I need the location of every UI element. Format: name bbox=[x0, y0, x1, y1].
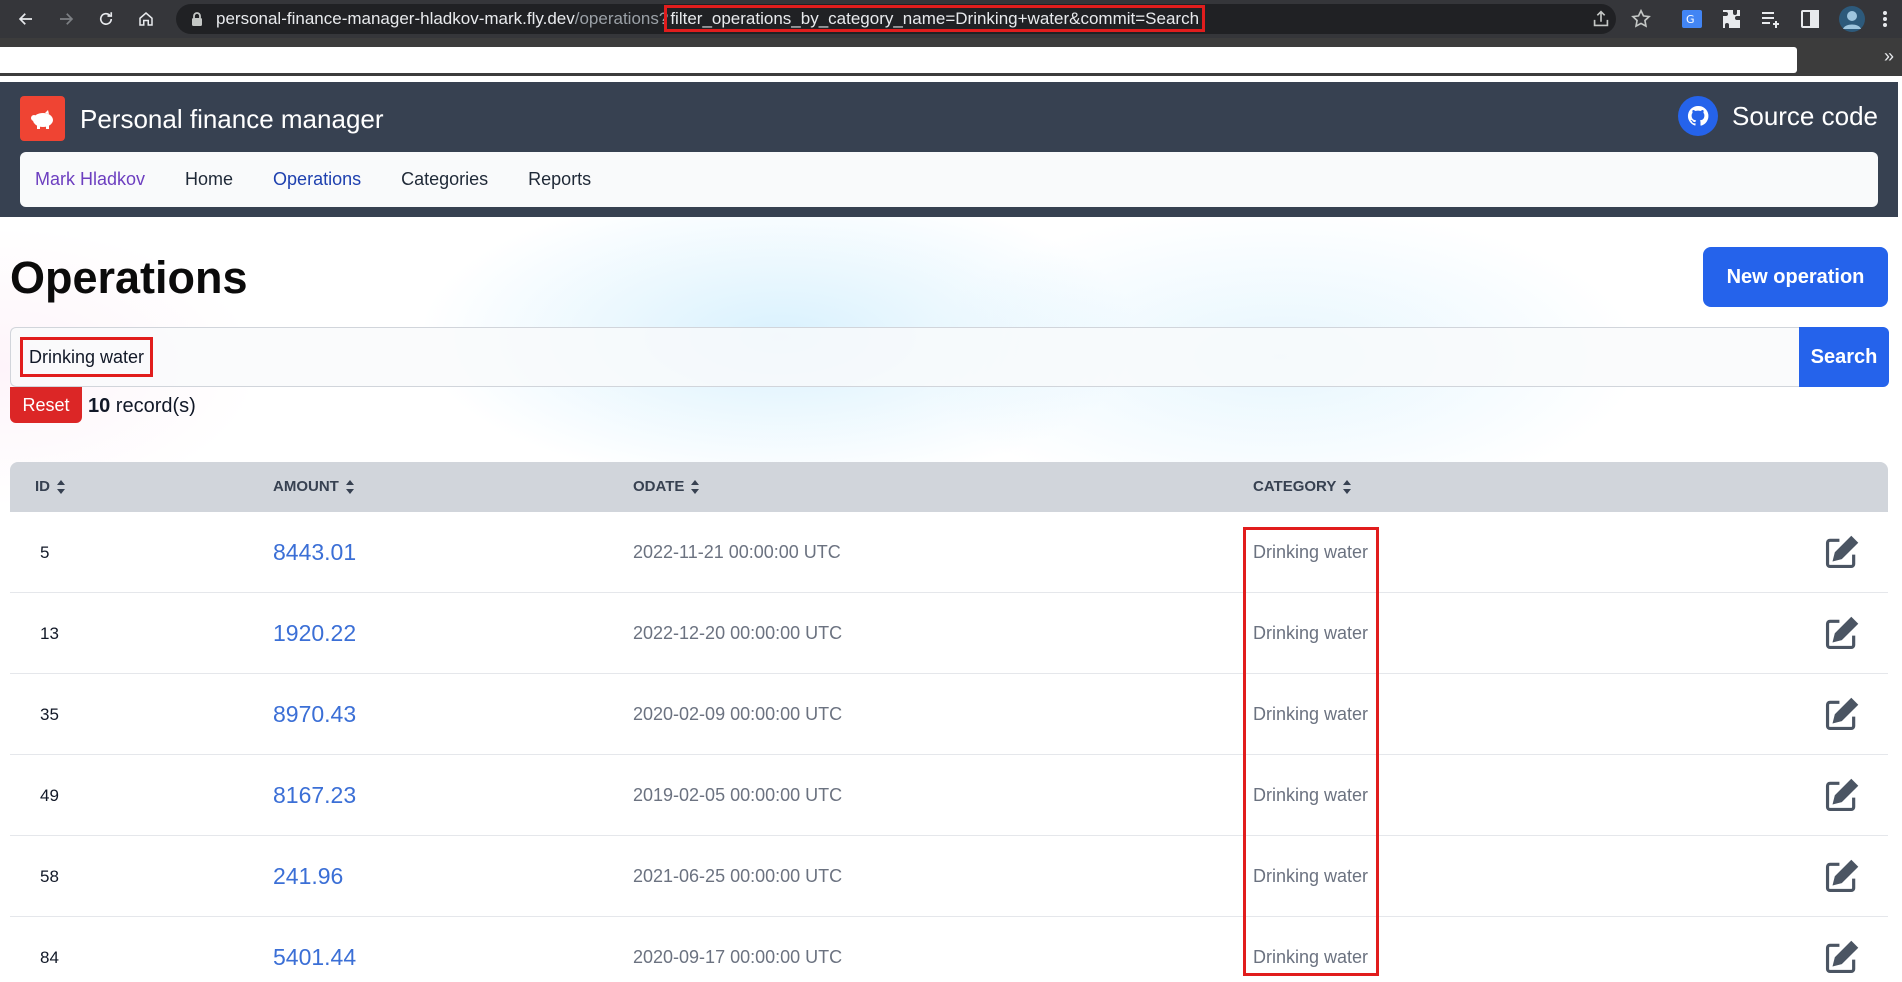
table-row: 84 5401.44 2020-09-17 00:00:00 UTC Drink… bbox=[10, 917, 1888, 982]
source-code-label: Source code bbox=[1732, 100, 1878, 131]
cell-category: Drinking water bbox=[1253, 947, 1369, 967]
app-header: Personal finance manager Source code Mar… bbox=[0, 82, 1898, 217]
cell-amount-link[interactable]: 8167.23 bbox=[273, 755, 356, 836]
cell-id: 58 bbox=[40, 866, 59, 886]
search-button[interactable]: Search bbox=[1799, 327, 1889, 387]
cell-id: 49 bbox=[40, 785, 59, 805]
cell-category: Drinking water bbox=[1253, 623, 1369, 643]
sort-icon bbox=[345, 479, 354, 494]
home-icon[interactable] bbox=[134, 7, 158, 31]
column-header-category[interactable]: CATEGORY bbox=[1253, 478, 1352, 495]
address-url[interactable]: personal-finance-manager-hladkov-mark.fl… bbox=[216, 5, 1206, 32]
table-row: 5 8443.01 2022-11-21 00:00:00 UTC Drinki… bbox=[10, 512, 1888, 593]
record-count-suffix: record(s) bbox=[110, 395, 196, 417]
sort-icon bbox=[57, 479, 65, 494]
source-code-link[interactable]: Source code bbox=[1678, 96, 1878, 136]
cell-odate: 2019-02-05 00:00:00 UTC bbox=[633, 785, 843, 805]
cell-odate: 2021-06-25 00:00:00 UTC bbox=[633, 866, 843, 886]
edit-icon[interactable] bbox=[1822, 674, 1860, 755]
table-header: ID AMOUNT ODATE CATEGORY bbox=[10, 462, 1888, 512]
cell-amount-link[interactable]: 8970.43 bbox=[273, 674, 356, 755]
cell-amount-link[interactable]: 1920.22 bbox=[273, 593, 356, 674]
sort-icon bbox=[1343, 479, 1352, 494]
column-header-id-label: ID bbox=[35, 478, 50, 495]
column-header-amount[interactable]: AMOUNT bbox=[273, 478, 355, 495]
page-title: Operations bbox=[10, 252, 248, 303]
share-icon[interactable] bbox=[1590, 8, 1612, 30]
cell-odate: 2020-02-09 00:00:00 UTC bbox=[633, 704, 843, 724]
cell-odate: 2022-12-20 00:00:00 UTC bbox=[633, 623, 843, 643]
reload-icon[interactable] bbox=[94, 7, 118, 31]
table-row: 58 241.96 2021-06-25 00:00:00 UTC Drinki… bbox=[10, 836, 1888, 917]
url-query: filter_operations_by_category_name=Drink… bbox=[664, 5, 1206, 32]
nav-categories-link[interactable]: Categories bbox=[401, 169, 488, 190]
nav-home-link[interactable]: Home bbox=[185, 169, 233, 190]
edit-icon[interactable] bbox=[1822, 593, 1860, 674]
column-header-category-label: CATEGORY bbox=[1253, 478, 1337, 495]
back-icon[interactable] bbox=[14, 7, 38, 31]
column-header-odate-label: ODATE bbox=[633, 478, 685, 495]
edit-icon[interactable] bbox=[1822, 755, 1860, 836]
cell-id: 35 bbox=[40, 704, 59, 724]
table-row: 35 8970.43 2020-02-09 00:00:00 UTC Drink… bbox=[10, 674, 1888, 755]
nav-operations-link[interactable]: Operations bbox=[273, 169, 361, 190]
profile-avatar[interactable] bbox=[1838, 5, 1866, 33]
category-search-input[interactable] bbox=[10, 327, 1800, 387]
edit-icon[interactable] bbox=[1822, 917, 1860, 982]
svg-text:G: G bbox=[1686, 13, 1695, 26]
browser-toolbar: personal-finance-manager-hladkov-mark.fl… bbox=[0, 0, 1902, 38]
side-panel-icon[interactable] bbox=[1798, 7, 1822, 31]
lock-icon bbox=[192, 12, 202, 26]
table-row: 49 8167.23 2019-02-05 00:00:00 UTC Drink… bbox=[10, 755, 1888, 836]
reset-button[interactable]: Reset bbox=[10, 387, 82, 423]
piggy-bank-logo-icon[interactable] bbox=[20, 96, 65, 141]
new-operation-button[interactable]: New operation bbox=[1703, 247, 1888, 307]
column-header-id[interactable]: ID bbox=[35, 478, 66, 495]
edit-icon[interactable] bbox=[1822, 512, 1860, 593]
extensions-puzzle-icon[interactable] bbox=[1720, 7, 1744, 31]
url-host: personal-finance-manager-hladkov-mark.fl… bbox=[216, 9, 575, 28]
operations-table: ID AMOUNT ODATE CATEGORY 5 8443.01 2022-… bbox=[10, 462, 1888, 982]
record-count: 10 record(s) bbox=[88, 395, 196, 418]
cell-id: 84 bbox=[40, 947, 59, 967]
edit-icon[interactable] bbox=[1822, 836, 1860, 917]
table-row: 13 1920.22 2022-12-20 00:00:00 UTC Drink… bbox=[10, 593, 1888, 674]
cell-odate: 2022-11-21 00:00:00 UTC bbox=[633, 542, 841, 562]
cell-id: 13 bbox=[40, 623, 59, 643]
forward-icon[interactable] bbox=[54, 7, 78, 31]
search-input-value[interactable]: Drinking water bbox=[20, 337, 154, 377]
cell-category: Drinking water bbox=[1253, 785, 1369, 805]
nav-user-link[interactable]: Mark Hladkov bbox=[35, 169, 145, 190]
url-path: /operations? bbox=[574, 9, 669, 28]
app-title[interactable]: Personal finance manager bbox=[80, 104, 384, 135]
cell-category: Drinking water bbox=[1253, 866, 1369, 886]
cell-amount-link[interactable]: 5401.44 bbox=[273, 917, 356, 982]
main-nav: Mark Hladkov Home Operations Categories … bbox=[20, 152, 1878, 207]
github-icon bbox=[1678, 96, 1719, 136]
cell-odate: 2020-09-17 00:00:00 UTC bbox=[633, 947, 843, 967]
record-count-number: 10 bbox=[88, 395, 111, 417]
cell-id: 5 bbox=[40, 542, 50, 562]
reading-list-icon[interactable] bbox=[1758, 7, 1782, 31]
bookmark-star-icon[interactable] bbox=[1630, 8, 1652, 30]
column-header-amount-label: AMOUNT bbox=[273, 478, 339, 495]
bookmarks-more-button[interactable]: » bbox=[1884, 46, 1894, 67]
cell-category: Drinking water bbox=[1253, 704, 1369, 724]
main-content: Operations New operation Drinking water … bbox=[0, 217, 1898, 982]
cell-amount-link[interactable]: 241.96 bbox=[273, 836, 343, 917]
sort-icon bbox=[691, 479, 700, 494]
bookmarks-strip bbox=[0, 47, 1797, 73]
cell-amount-link[interactable]: 8443.01 bbox=[273, 512, 356, 593]
column-header-odate[interactable]: ODATE bbox=[633, 478, 700, 495]
cell-category: Drinking water bbox=[1253, 542, 1369, 562]
browser-menu-icon[interactable] bbox=[1880, 7, 1890, 31]
nav-reports-link[interactable]: Reports bbox=[528, 169, 591, 190]
translate-extension-icon[interactable]: G bbox=[1680, 7, 1704, 31]
